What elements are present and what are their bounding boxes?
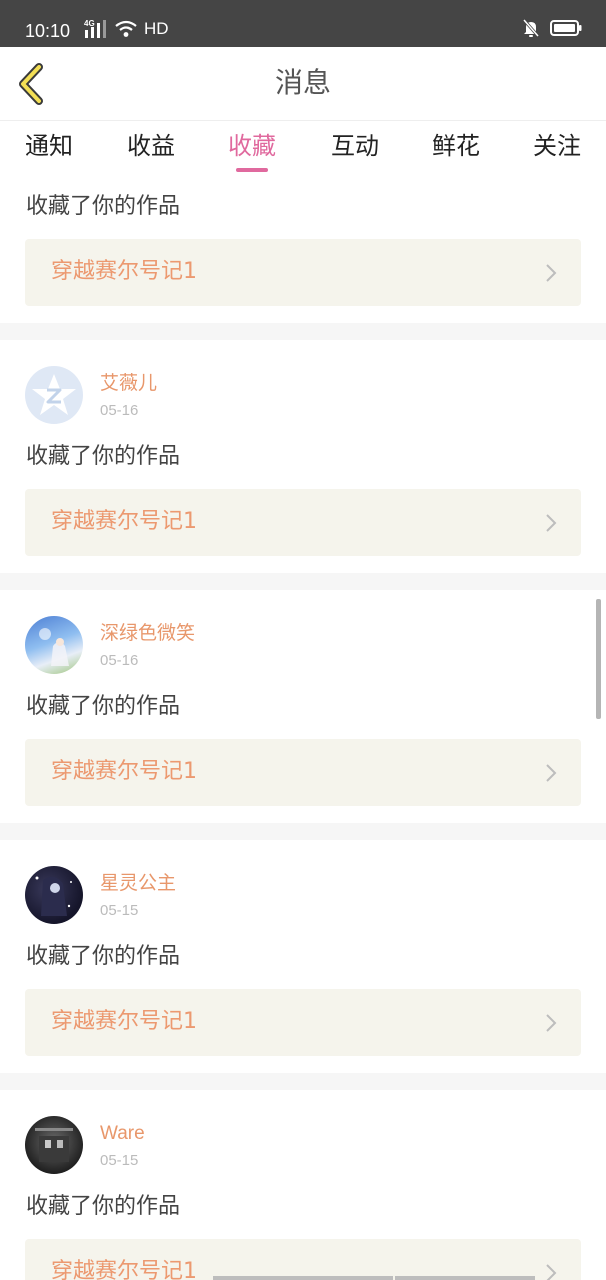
action-text: 收藏了你的作品 <box>26 444 181 469</box>
work-link[interactable]: 穿越赛尔号记1 <box>25 1239 581 1280</box>
work-title: 穿越赛尔号记1 <box>51 1009 197 1034</box>
nav-gesture-bar-segment <box>395 1276 535 1280</box>
date: 05-15 <box>100 902 139 919</box>
bell-off-icon <box>522 18 540 38</box>
work-title: 穿越赛尔号记1 <box>51 509 197 534</box>
divider <box>0 1073 606 1090</box>
avatar[interactable] <box>25 616 83 674</box>
app-header: 消息 <box>0 47 606 121</box>
avatar[interactable] <box>25 1116 83 1174</box>
chevron-right-icon <box>546 514 557 532</box>
tab-earnings[interactable]: 收益 <box>101 129 201 163</box>
status-time: 10:10 <box>25 21 71 41</box>
avatar[interactable] <box>25 366 83 424</box>
divider <box>0 323 606 340</box>
tab-bar: 通知 收益 收藏 互动 鲜花 关注 <box>0 121 606 177</box>
divider <box>0 823 606 840</box>
username[interactable]: 星灵公主 <box>100 872 176 896</box>
tab-favorites[interactable]: 收藏 <box>202 129 302 163</box>
message-list[interactable]: 收藏了你的作品 穿越赛尔号记1 艾薇儿 05-16 收藏了你的作品 穿越赛尔号记… <box>0 177 606 1280</box>
signal-icon: 4G <box>84 19 108 39</box>
status-right-icons <box>522 18 582 38</box>
action-text: 收藏了你的作品 <box>26 694 181 719</box>
status-left-icons: 4G HD <box>84 19 169 39</box>
chevron-right-icon <box>546 1014 557 1032</box>
avatar-monochrome-image <box>35 1128 73 1162</box>
date: 05-15 <box>100 1152 139 1169</box>
list-item: 收藏了你的作品 穿越赛尔号记1 <box>0 177 606 323</box>
work-link[interactable]: 穿越赛尔号记1 <box>25 239 581 306</box>
work-title: 穿越赛尔号记1 <box>51 259 197 284</box>
qq-zone-star-icon <box>32 374 76 415</box>
chevron-right-icon <box>546 1264 557 1280</box>
tab-notifications[interactable]: 通知 <box>0 129 99 163</box>
divider <box>0 573 606 590</box>
list-item: 星灵公主 05-15 收藏了你的作品 穿越赛尔号记1 <box>0 840 606 1073</box>
work-link[interactable]: 穿越赛尔号记1 <box>25 489 581 556</box>
avatar[interactable] <box>25 866 83 924</box>
action-text: 收藏了你的作品 <box>26 1194 181 1219</box>
list-item: Ware 05-15 收藏了你的作品 穿越赛尔号记1 <box>0 1090 606 1280</box>
list-item: 艾薇儿 05-16 收藏了你的作品 穿越赛尔号记1 <box>0 340 606 573</box>
work-title: 穿越赛尔号记1 <box>51 1259 197 1280</box>
tab-interactions[interactable]: 互动 <box>305 129 405 163</box>
page-title: 消息 <box>274 66 331 99</box>
work-link[interactable]: 穿越赛尔号记1 <box>25 739 581 806</box>
action-text: 收藏了你的作品 <box>26 194 181 219</box>
work-link[interactable]: 穿越赛尔号记1 <box>25 989 581 1056</box>
wifi-icon <box>114 19 138 39</box>
tab-follows[interactable]: 关注 <box>507 129 606 163</box>
work-title: 穿越赛尔号记1 <box>51 759 197 784</box>
avatar-anime-girl-sky-image <box>39 628 69 666</box>
username[interactable]: 深绿色微笑 <box>100 622 195 646</box>
battery-icon <box>550 18 582 38</box>
chevron-right-icon <box>546 264 557 282</box>
nav-gesture-bar <box>213 1276 393 1280</box>
active-tab-indicator <box>236 168 268 172</box>
username[interactable]: Ware <box>100 1122 145 1146</box>
list-item: 深绿色微笑 05-16 收藏了你的作品 穿越赛尔号记1 <box>0 590 606 823</box>
status-bar: 10:10 4G HD <box>0 0 606 47</box>
username[interactable]: 艾薇儿 <box>100 372 157 396</box>
date: 05-16 <box>100 402 139 419</box>
avatar-dark-girl-image <box>35 876 72 916</box>
hd-label: HD <box>144 19 169 38</box>
date: 05-16 <box>100 652 139 669</box>
action-text: 收藏了你的作品 <box>26 944 181 969</box>
tab-flowers[interactable]: 鲜花 <box>406 129 506 163</box>
scrollbar[interactable] <box>596 599 601 719</box>
chevron-right-icon <box>546 764 557 782</box>
